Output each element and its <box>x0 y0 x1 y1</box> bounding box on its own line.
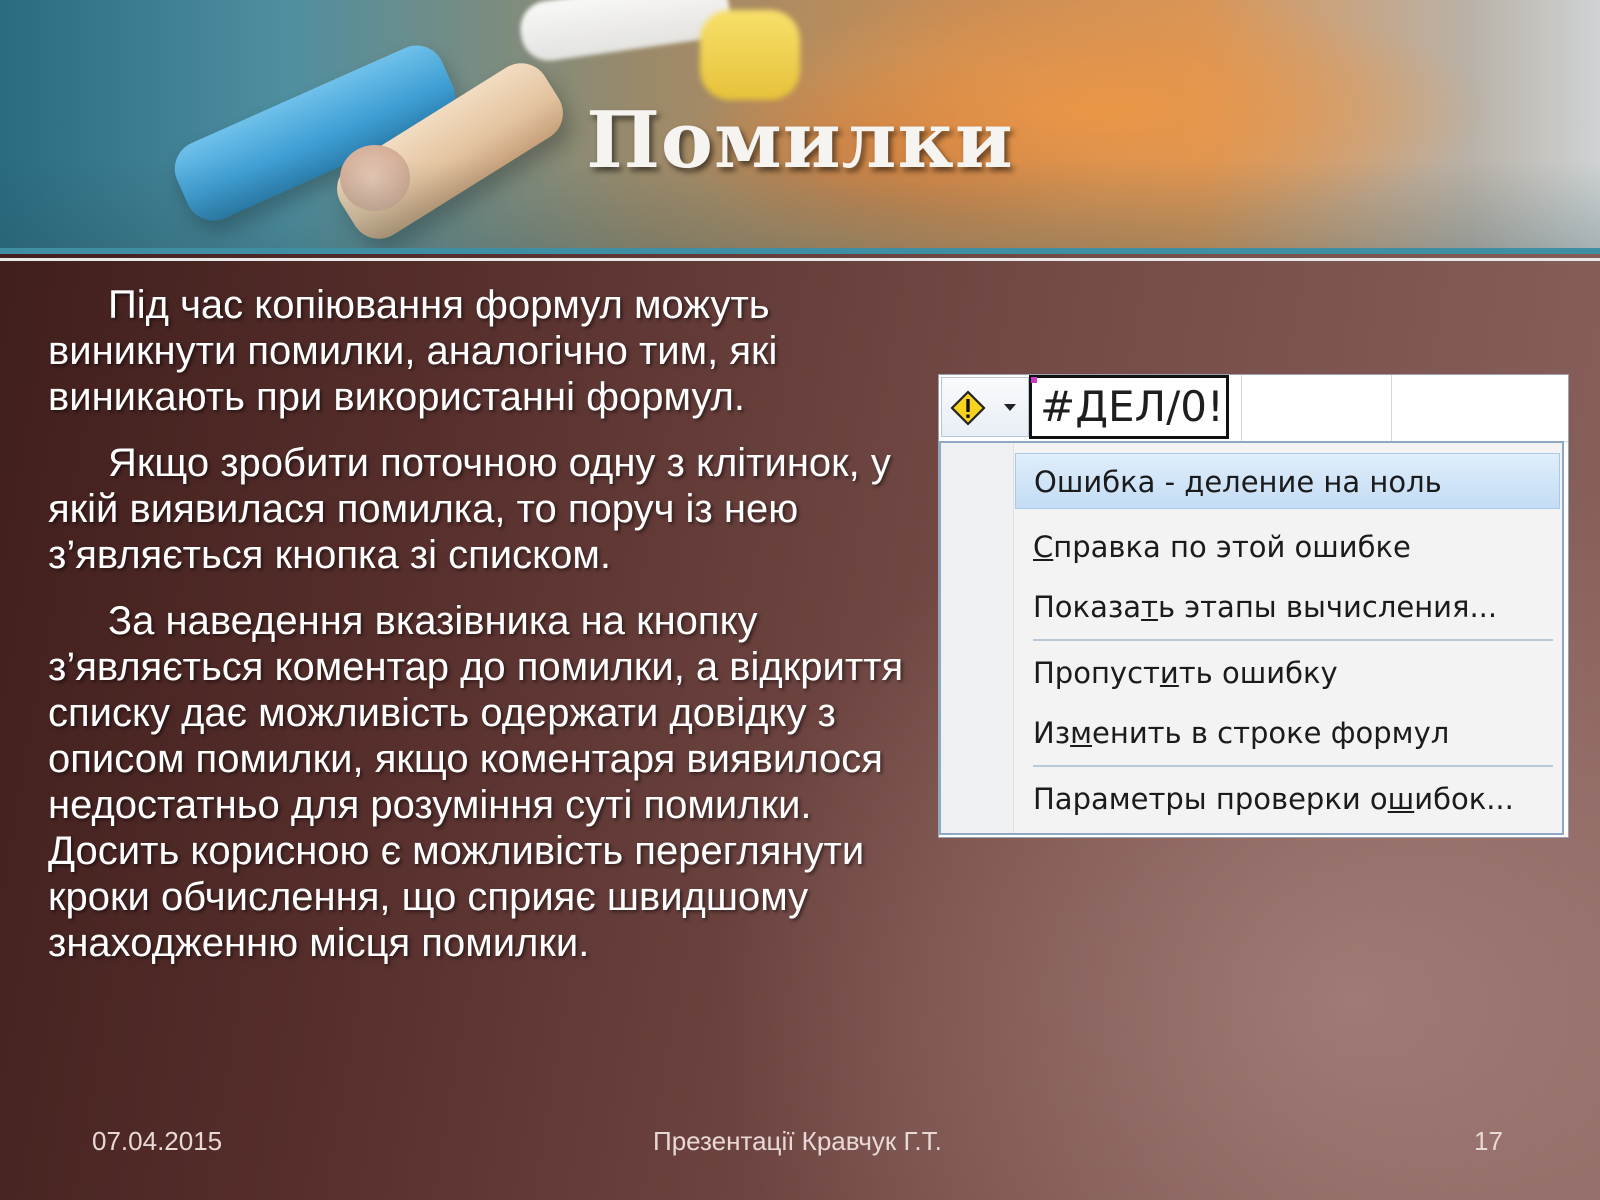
body-paragraph-3: За наведення вказівника на кнопку з’явля… <box>48 599 904 965</box>
menu-item-text: ь этапы вычисления... <box>1157 590 1498 624</box>
menu-item-text: Из <box>1033 716 1071 750</box>
menu-gutter <box>941 443 1014 833</box>
chalk-yellow-decoration <box>700 10 800 100</box>
menu-item-edit-in-formula-bar[interactable]: Изменить в строке формул <box>1015 705 1560 761</box>
menu-item-text: ибок... <box>1414 782 1514 816</box>
menu-separator <box>1033 765 1553 767</box>
grid-line <box>1241 375 1242 441</box>
menu-item-accelerator: м <box>1070 716 1093 750</box>
menu-item-text: Показа <box>1033 590 1142 624</box>
menu-item-show-calculation-steps[interactable]: Показать этапы вычисления... <box>1015 579 1560 635</box>
error-indicator-icon <box>1031 377 1037 383</box>
dropdown-arrow-icon[interactable] <box>1004 404 1016 411</box>
slide-body: Під час копіювання формул можуть виникну… <box>48 282 908 986</box>
warning-icon <box>950 390 986 426</box>
menu-item-error-checking-options[interactable]: Параметры проверки ошибок... <box>1015 771 1560 827</box>
menu-item-text: енить в строке формул <box>1092 716 1450 750</box>
menu-item-text: ть ошибку <box>1178 656 1338 690</box>
excel-error-screenshot: #ДЕЛ/0! Ошибка - деление на ноль Справка… <box>938 374 1569 838</box>
menu-item-error-description: Ошибка - деление на ноль <box>1015 453 1560 509</box>
footer-author: Презентації Кравчук Г.Т. <box>653 1126 942 1156</box>
menu-item-accelerator: и <box>1159 656 1179 690</box>
menu-item-accelerator: ш <box>1387 782 1415 816</box>
slide-number: 17 <box>1474 1126 1503 1156</box>
slide: Помилки Під час копіювання формул можуть… <box>0 0 1600 1200</box>
menu-item-ignore-error[interactable]: Пропустить ошибку <box>1015 645 1560 701</box>
menu-separator <box>1033 639 1553 641</box>
menu-item-accelerator: т <box>1141 590 1158 624</box>
error-options-button[interactable] <box>941 377 1029 437</box>
grid-line <box>1391 375 1392 441</box>
body-paragraph-1: Під час копіювання формул можуть виникну… <box>48 283 778 419</box>
menu-item-help-on-error[interactable]: Справка по этой ошибке <box>1015 519 1560 575</box>
error-context-menu: Ошибка - деление на ноль Справка по этой… <box>939 441 1564 835</box>
slide-title: Помилки <box>586 95 1014 186</box>
menu-item-accelerator: С <box>1033 530 1054 564</box>
error-cell[interactable]: #ДЕЛ/0! <box>1029 375 1229 439</box>
banner-divider-light <box>0 258 1600 261</box>
menu-item-text: правка по этой ошибке <box>1053 530 1411 564</box>
body-paragraph-2: Якщо зробити поточною одну з клітинок, у… <box>48 441 891 577</box>
menu-item-text: Пропуст <box>1033 656 1160 690</box>
banner-divider <box>0 248 1600 254</box>
footer-date: 07.04.2015 <box>92 1126 223 1156</box>
menu-item-text: Параметры проверки о <box>1033 782 1388 816</box>
